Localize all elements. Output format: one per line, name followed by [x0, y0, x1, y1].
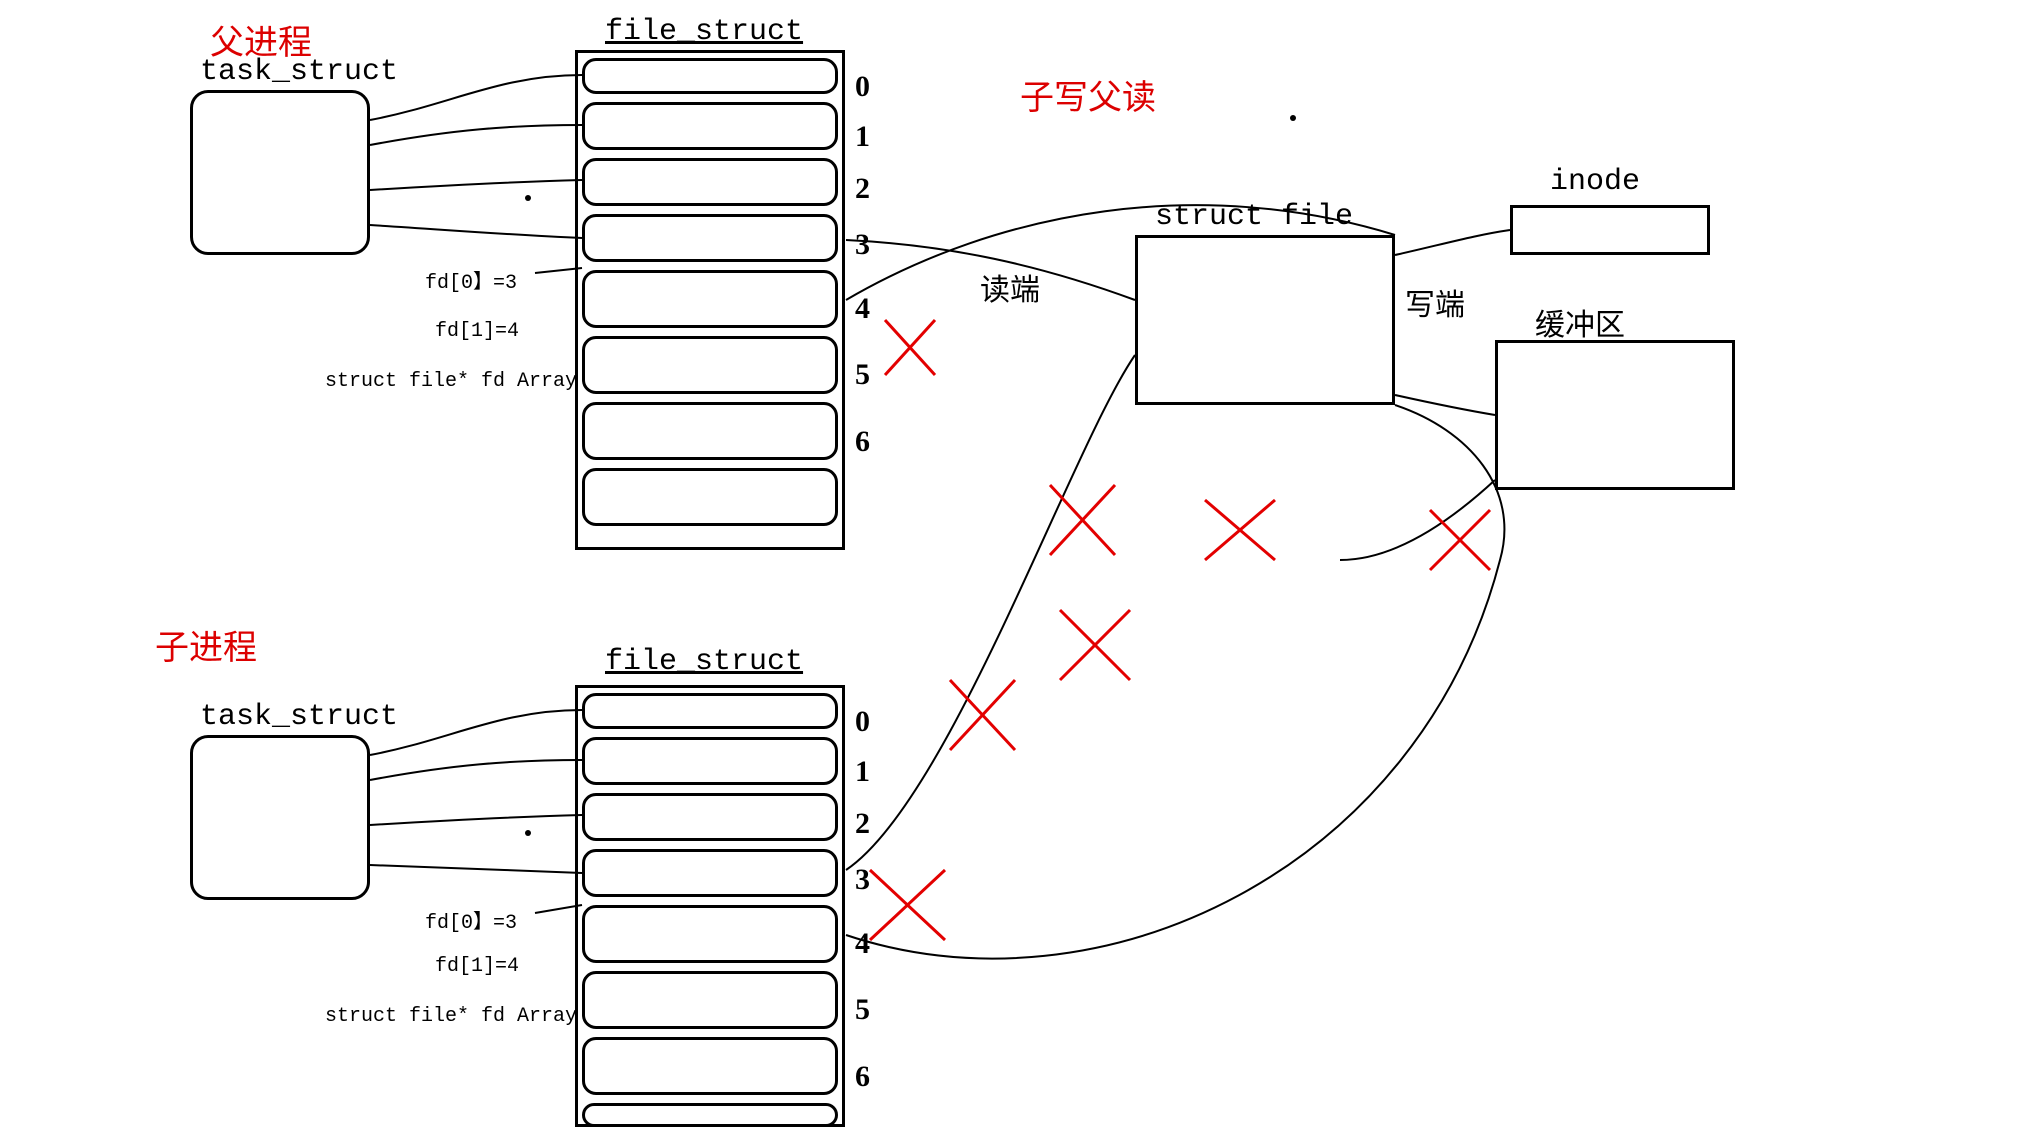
parent-task-struct-box	[190, 90, 370, 255]
xmark-2	[1050, 485, 1115, 555]
parent-fd-array-label: struct file* fd Array	[325, 370, 577, 393]
child-fd-index-2: 2	[855, 807, 870, 841]
xmark-5	[950, 680, 1015, 750]
small-dash-parent	[525, 195, 531, 201]
xmark-4	[1430, 510, 1490, 570]
xmark-1	[885, 320, 935, 375]
child-fd1-label: fd[1]=4	[435, 955, 519, 978]
child-fd-slot-4	[582, 905, 838, 963]
conn-parent-3	[370, 225, 582, 238]
parent-fd-slot-1	[582, 102, 838, 150]
child-fd-index-5: 5	[855, 993, 870, 1027]
conn-parent-1	[370, 125, 582, 145]
inode-box	[1510, 205, 1710, 255]
child-fd-slot-7	[582, 1103, 838, 1127]
conn-child-3	[370, 865, 582, 873]
child-task-struct-box	[190, 735, 370, 900]
child-fd-index-6: 6	[855, 1060, 870, 1094]
parent-fd0-label: fd[0】=3	[425, 265, 517, 295]
inode-label: inode	[1550, 165, 1640, 199]
parent-fd-slot-2	[582, 158, 838, 206]
child-fd-slot-3	[582, 849, 838, 897]
conn-child-2	[370, 815, 582, 825]
parent-fd1-label: fd[1]=4	[435, 320, 519, 343]
parent-fd-index-3: 3	[855, 228, 870, 262]
child-fd0-label: fd[0】=3	[425, 905, 517, 935]
parent-fd-slot-3	[582, 214, 838, 262]
child-task-struct-label: task_struct	[200, 700, 398, 734]
child-file-struct-label: file_struct	[605, 645, 803, 679]
conn-child-fd4-write	[846, 405, 1504, 959]
child-fd-index-3: 3	[855, 863, 870, 897]
parent-fd-slot-5	[582, 336, 838, 394]
buffer-box	[1495, 340, 1735, 490]
child-fd-slot-2	[582, 793, 838, 841]
conn-child-1	[370, 760, 582, 780]
parent-fd-index-2: 2	[855, 172, 870, 206]
parent-fd-slot-4	[582, 270, 838, 328]
child-fd-slot-1	[582, 737, 838, 785]
conn-child-fd3-read	[846, 355, 1135, 870]
child-fd-index-1: 1	[855, 755, 870, 789]
parent-fd-index-0: 0	[855, 70, 870, 104]
child-fd-slot-5	[582, 971, 838, 1029]
child-writes-parent-reads-label: 子写父读	[1020, 70, 1156, 120]
parent-fd-index-5: 5	[855, 358, 870, 392]
xmark-7	[870, 870, 945, 940]
dot-mark	[1290, 115, 1296, 121]
write-end-label: 写端	[1405, 280, 1465, 325]
child-fd-index-4: 4	[855, 927, 870, 961]
xmark-6	[1060, 610, 1130, 680]
parent-fd-slot-7	[582, 468, 838, 526]
struct-file-box	[1135, 235, 1395, 405]
parent-fd-index-4: 4	[855, 292, 870, 326]
parent-fd-slot-6	[582, 402, 838, 460]
small-dash-child	[525, 830, 531, 836]
xmark-3	[1205, 500, 1275, 560]
parent-task-struct-label: task_struct	[200, 55, 398, 89]
child-fd-slot-0	[582, 693, 838, 729]
conn-parent-2	[370, 180, 582, 190]
parent-fd-index-6: 6	[855, 425, 870, 459]
child-fd-slot-6	[582, 1037, 838, 1095]
child-fd-array-label: struct file* fd Array	[325, 1005, 577, 1028]
parent-file-struct-label: file_struct	[605, 15, 803, 49]
conn-structfile-buffer	[1395, 395, 1495, 415]
read-end-label: 读端	[980, 265, 1040, 310]
conn-parent-0	[370, 75, 582, 120]
conn-buffer-extra	[1340, 480, 1495, 560]
struct-file-label: struct file	[1155, 200, 1353, 234]
buffer-label: 缓冲区	[1535, 300, 1625, 345]
parent-fd-slot-0	[582, 58, 838, 94]
child-process-label: 子进程	[155, 620, 257, 670]
parent-fd-index-1: 1	[855, 120, 870, 154]
conn-structfile-inode	[1395, 230, 1510, 255]
child-fd-index-0: 0	[855, 705, 870, 739]
conn-child-0	[370, 710, 582, 755]
